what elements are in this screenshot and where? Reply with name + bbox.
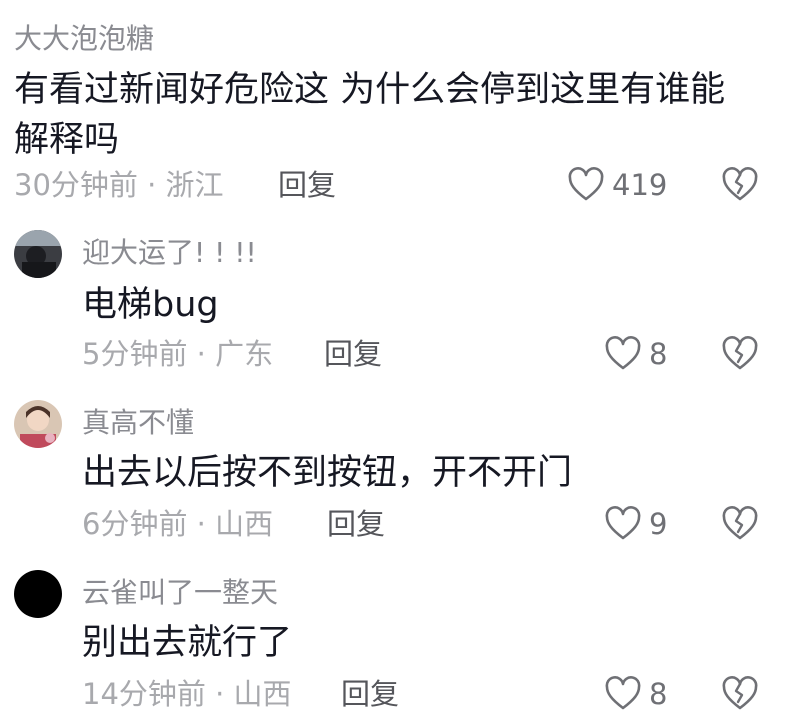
reply-username[interactable]: 迎大运了! ! !! (82, 236, 257, 270)
reply-meta: 5分钟前 · 广东 回复 8 (0, 334, 800, 374)
reply-text: 电梯bug (82, 285, 219, 325)
reply-meta: 6分钟前 · 山西 回复 9 (0, 504, 800, 544)
comment-meta: 30分钟前 · 浙江 回复 419 (0, 165, 800, 205)
reply-button[interactable]: 回复 (278, 165, 336, 205)
dislike-button[interactable] (720, 165, 760, 205)
dislike-button[interactable] (720, 334, 760, 374)
reply-username[interactable]: 云雀叫了一整天 (82, 576, 278, 610)
comment-text: 有看过新闻好危险这 为什么会停到这里有谁能解释吗 (14, 70, 726, 160)
reply-text: 出去以后按不到按钮，开不开门 (82, 453, 573, 493)
dislike-button[interactable] (720, 504, 760, 544)
heart-outline-icon (605, 336, 641, 370)
dislike-button[interactable] (720, 674, 760, 714)
reply-button[interactable]: 回复 (324, 334, 382, 374)
broken-heart-icon (722, 336, 758, 370)
reply-meta: 14分钟前 · 山西 回复 8 (0, 674, 800, 714)
reply-text: 别出去就行了 (82, 623, 293, 663)
like-count: 8 (649, 337, 668, 371)
like-button[interactable]: 8 (603, 674, 667, 714)
like-count: 419 (612, 168, 668, 202)
broken-heart-icon (722, 506, 758, 540)
like-count: 9 (649, 507, 668, 541)
reply-time-location: 14分钟前 · 山西 (82, 677, 292, 711)
heart-outline-icon (605, 506, 641, 540)
broken-heart-icon (722, 167, 758, 201)
reply-username[interactable]: 真高不懂 (82, 406, 194, 440)
reply-time-location: 5分钟前 · 广东 (82, 337, 274, 371)
avatar[interactable] (14, 230, 62, 278)
like-button[interactable]: 9 (603, 504, 667, 544)
broken-heart-icon (722, 676, 758, 710)
heart-outline-icon (568, 167, 604, 201)
avatar[interactable] (14, 400, 62, 448)
comment-username[interactable]: 大大泡泡糖 (14, 22, 154, 56)
like-button[interactable]: 8 (603, 334, 667, 374)
heart-outline-icon (605, 676, 641, 710)
reply-button[interactable]: 回复 (341, 674, 399, 714)
reply-item: 迎大运了! ! !! 电梯bug 5分钟前 · 广东 回复 8 (0, 226, 800, 386)
reply-item: 真高不懂 出去以后按不到按钮，开不开门 6分钟前 · 山西 回复 9 (0, 396, 800, 556)
comment-time-location: 30分钟前 · 浙江 (14, 168, 224, 202)
reply-button[interactable]: 回复 (327, 504, 385, 544)
like-count: 8 (649, 677, 668, 711)
avatar[interactable] (14, 570, 62, 618)
like-button[interactable]: 419 (566, 165, 667, 205)
reply-time-location: 6分钟前 · 山西 (82, 507, 274, 541)
comment-item: 大大泡泡糖 有看过新闻好危险这 为什么会停到这里有谁能解释吗 30分钟前 · 浙… (0, 18, 800, 208)
reply-item: 云雀叫了一整天 别出去就行了 14分钟前 · 山西 回复 8 (0, 566, 800, 726)
